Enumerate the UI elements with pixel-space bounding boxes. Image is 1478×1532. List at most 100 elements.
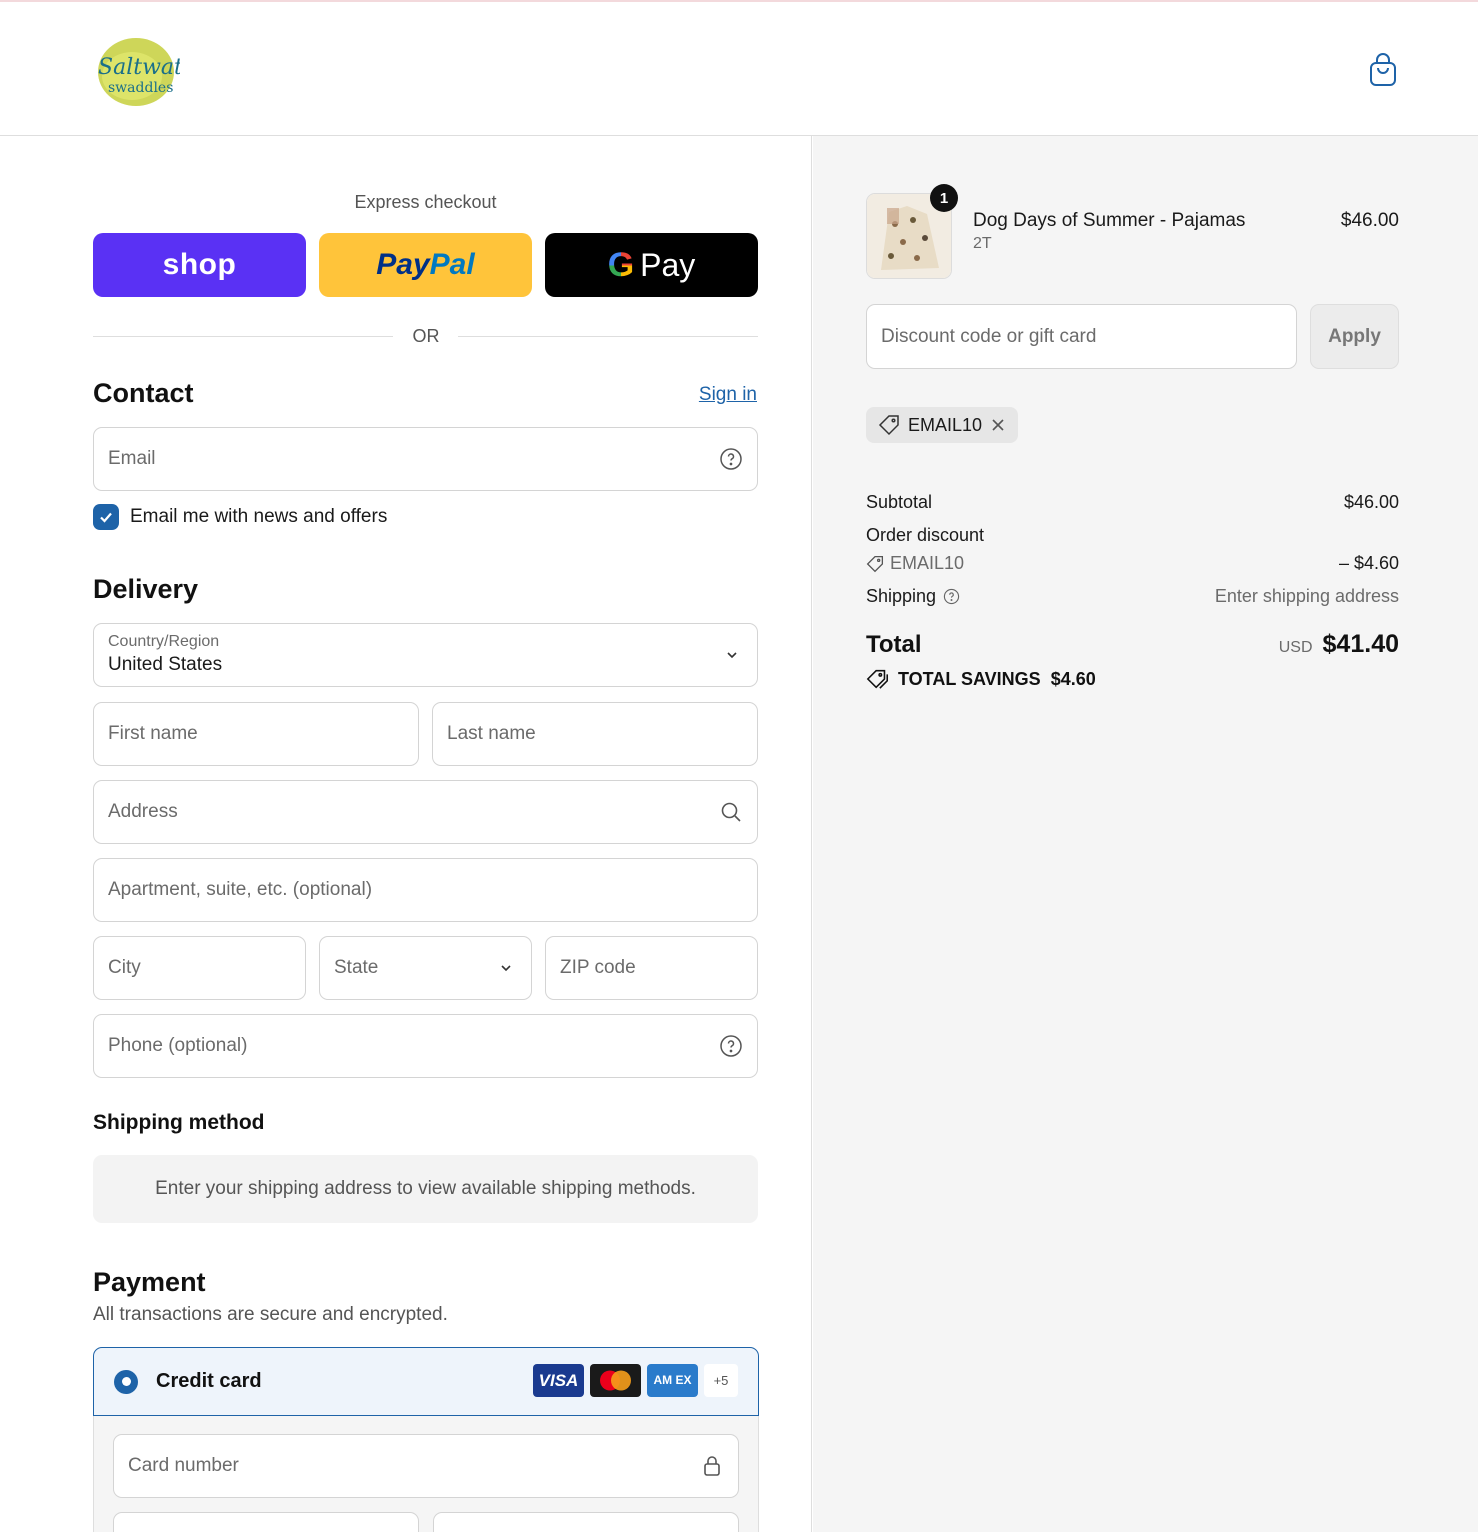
quantity-badge: 1 — [930, 184, 958, 212]
google-pay-label: Pay — [640, 246, 696, 283]
close-icon[interactable] — [990, 417, 1006, 433]
address-placeholder: Address — [108, 801, 178, 822]
newsletter-label: Email me with news and offers — [130, 506, 388, 527]
order-discount-value: – $4.60 — [1338, 553, 1399, 573]
security-code-field[interactable] — [433, 1512, 739, 1532]
savings-label: TOTAL SAVINGS — [898, 668, 1041, 689]
phone-placeholder: Phone (optional) — [108, 1035, 248, 1056]
product-name: Dog Days of Summer - Pajamas — [973, 210, 1246, 231]
total-savings: TOTAL SAVINGS $4.60 — [866, 668, 1096, 690]
country-label: Country/Region — [108, 633, 220, 650]
first-name-placeholder: First name — [108, 723, 198, 744]
shipping-method-heading: Shipping method — [93, 1111, 265, 1134]
credit-card-label: Credit card — [156, 1370, 262, 1392]
city-field[interactable]: City — [93, 936, 306, 1000]
order-discount-code-row: EMAIL10 — [866, 553, 964, 574]
total-label: Total — [866, 631, 922, 658]
savings-value: $4.60 — [1050, 668, 1096, 689]
total-currency: USD — [1278, 639, 1313, 656]
apartment-field[interactable]: Apartment, suite, etc. (optional) — [93, 858, 758, 922]
subtotal-value: $46.00 — [1343, 492, 1399, 512]
state-placeholder: State — [334, 957, 379, 978]
expiration-date-field[interactable] — [113, 1512, 419, 1532]
store-logo[interactable]: Saltwater swaddles — [92, 32, 208, 110]
zip-placeholder: ZIP code — [560, 957, 636, 978]
email-placeholder: Email — [108, 448, 156, 469]
help-icon[interactable] — [719, 447, 743, 471]
page-header: Saltwater swaddles — [0, 2, 1478, 136]
google-g-icon: G — [607, 245, 635, 284]
total-amount: USD $41.40 — [1279, 630, 1399, 659]
divider-right — [458, 336, 758, 337]
order-discount-code: EMAIL10 — [890, 553, 965, 573]
sign-in-link[interactable]: Sign in — [699, 384, 757, 406]
more-cards-badge: +5 — [704, 1364, 738, 1397]
shipping-label: Shipping — [866, 586, 937, 606]
first-name-field[interactable]: First name — [93, 702, 419, 766]
help-icon[interactable] — [719, 1034, 743, 1058]
phone-field[interactable]: Phone (optional) — [93, 1014, 758, 1078]
email-field[interactable]: Email — [93, 427, 758, 491]
search-icon — [721, 802, 741, 822]
country-select[interactable]: Country/Region United States — [93, 623, 758, 687]
card-brand-logos: VISA AM EX +5 — [533, 1364, 738, 1397]
checkmark-icon — [100, 512, 112, 523]
zip-field[interactable]: ZIP code — [545, 936, 758, 1000]
tags-icon — [866, 669, 889, 689]
visa-logo: VISA — [533, 1364, 584, 1397]
product-variant: 2T — [973, 235, 992, 252]
card-number-field[interactable]: Card number — [113, 1434, 739, 1498]
divider-left — [93, 336, 393, 337]
or-divider-text: OR — [412, 326, 440, 346]
last-name-field[interactable]: Last name — [432, 702, 758, 766]
applied-discount-code: EMAIL10 — [908, 414, 983, 435]
checkout-form: Express checkout shop Pay Pal G Pay OR Co… — [0, 136, 812, 1532]
logo-mark-icon: Saltwater swaddles — [98, 38, 208, 106]
order-summary: 1 Dog Days of Summer - Pajamas 2T $46.00… — [813, 136, 1478, 1532]
tag-icon — [866, 555, 884, 572]
express-checkout-title: Express checkout — [354, 192, 497, 212]
city-placeholder: City — [108, 957, 141, 978]
chevron-down-icon — [727, 652, 737, 659]
contact-heading: Contact — [93, 378, 194, 408]
shopping-bag-icon[interactable] — [1366, 52, 1400, 88]
shop-pay-label: shop — [162, 248, 237, 281]
mastercard-logo — [590, 1364, 641, 1397]
paypal-button[interactable]: Pay Pal — [319, 233, 532, 297]
tag-icon — [878, 415, 899, 436]
delivery-heading: Delivery — [93, 574, 199, 604]
apartment-placeholder: Apartment, suite, etc. (optional) — [108, 879, 373, 900]
country-value: United States — [108, 654, 223, 675]
credit-card-option[interactable]: Credit card VISA AM EX +5 — [93, 1347, 759, 1416]
help-icon[interactable] — [943, 588, 960, 605]
address-field[interactable]: Address — [93, 780, 758, 844]
svg-text:Saltwater: Saltwater — [98, 55, 180, 80]
lock-icon — [704, 1456, 720, 1476]
payment-subtitle: All transactions are secure and encrypte… — [93, 1304, 448, 1325]
google-pay-button[interactable]: G Pay — [545, 233, 758, 297]
paypal-label-pay: Pay — [376, 248, 430, 281]
shipping-value: Enter shipping address — [1214, 586, 1399, 606]
apply-discount-button[interactable]: Apply — [1310, 304, 1399, 369]
card-number-placeholder: Card number — [128, 1455, 239, 1476]
shipping-row: Shipping — [866, 586, 960, 607]
discount-placeholder: Discount code or gift card — [881, 325, 1097, 347]
svg-text:swaddles: swaddles — [108, 80, 173, 96]
subtotal-label: Subtotal — [866, 492, 933, 512]
discount-code-input[interactable]: Discount code or gift card — [866, 304, 1297, 369]
credit-card-radio[interactable] — [114, 1369, 138, 1394]
payment-heading: Payment — [93, 1267, 206, 1297]
newsletter-checkbox[interactable] — [93, 504, 119, 530]
amex-logo: AM EX — [647, 1364, 698, 1397]
total-value: $41.40 — [1322, 630, 1399, 658]
credit-card-form: Card number — [93, 1416, 759, 1532]
shipping-method-info: Enter your shipping address to view avai… — [93, 1155, 758, 1223]
product-price: $46.00 — [1340, 210, 1399, 231]
order-discount-label: Order discount — [866, 525, 985, 545]
last-name-placeholder: Last name — [447, 723, 536, 744]
applied-discount-chip: EMAIL10 — [866, 407, 1019, 443]
state-select[interactable]: State — [319, 936, 532, 1000]
paypal-label-pal: Pal — [429, 248, 475, 281]
chevron-down-icon — [501, 965, 511, 972]
shop-pay-button[interactable]: shop — [93, 233, 306, 297]
